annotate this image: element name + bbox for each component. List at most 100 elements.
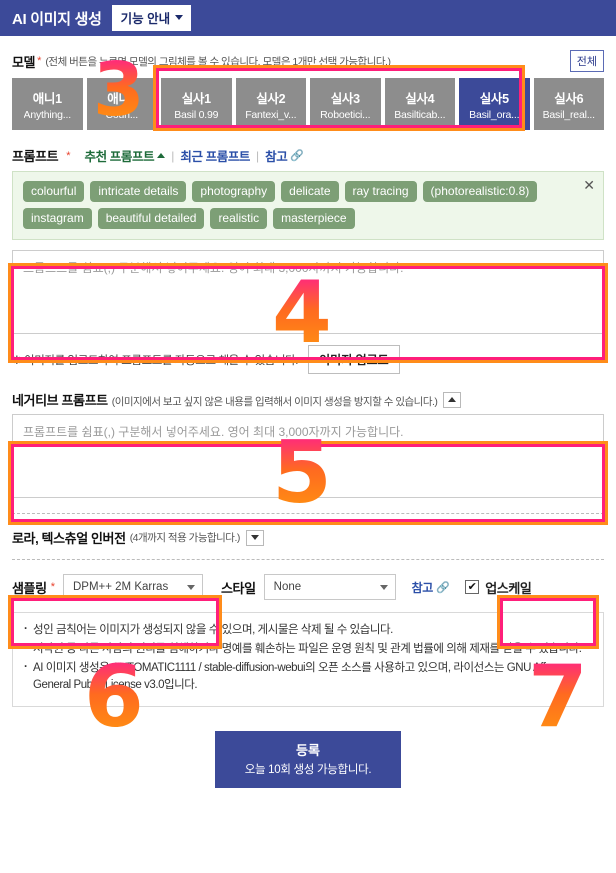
notice-list: 성인 금칙어는 이미지가 생성되지 않을 수 있으며, 게시물은 삭제 될 수 … <box>24 621 592 696</box>
model-button-file: Anything... <box>23 108 71 121</box>
prompt-section-header: 프롬프트 * 추천 프롬프트 | 최근 프롬프트 | 참고 🔗 <box>12 146 604 165</box>
sampling-label: 샘플링 <box>12 580 47 596</box>
model-button-name: 실사5 <box>479 91 509 106</box>
model-button-name: 실사1 <box>181 91 211 106</box>
model-button-name: 실사2 <box>256 91 286 106</box>
submit-row: 등록 오늘 10회 생성 가능합니다. <box>12 731 604 789</box>
prompt-label: 프롬프트 <box>12 149 59 164</box>
lora-dropdown-toggle[interactable] <box>245 529 264 546</box>
model-button-file: Basilticab... <box>394 108 446 121</box>
model-label: 모델 <box>12 54 36 70</box>
model-button-실사2[interactable]: 실사2 Fantexi_v... <box>235 78 306 130</box>
prompt-tag[interactable]: delicate <box>281 181 339 202</box>
submit-main-label: 등록 <box>296 743 320 759</box>
prompt-input-wrap <box>12 250 604 337</box>
prompt-tag[interactable]: masterpiece <box>273 208 355 229</box>
sampling-select[interactable]: DPM++ 2M Karras <box>62 574 203 600</box>
submit-button[interactable]: 등록 오늘 10회 생성 가능합니다. <box>215 731 401 789</box>
lora-section-header: 로라, 텍스츄얼 인버전 (4개까지 적용 가능합니다.) <box>12 528 604 547</box>
image-upload-row: ※ 이미지를 업로드하여 프롬프트를 자동으로 채울 수 있습니다. 이미지 업… <box>12 345 604 374</box>
prompt-tag[interactable]: photography <box>192 181 276 202</box>
style-selected-value: None <box>273 581 302 593</box>
style-select[interactable]: None <box>263 574 396 600</box>
prompt-tag[interactable]: intricate details <box>90 181 187 202</box>
external-link-icon: 🔗 <box>290 150 304 162</box>
show-all-models-button[interactable]: 전체 <box>569 50 604 72</box>
notice-line: AI 이미지 생성은 AUTOMATIC1111 / stable-diffus… <box>24 659 592 696</box>
model-button-file: Basil_ora... <box>469 108 520 121</box>
model-button-name: 실사3 <box>330 91 360 106</box>
model-button-name: 실사6 <box>554 91 584 106</box>
prompt-input[interactable] <box>12 250 604 334</box>
chevron-down-icon <box>379 584 388 590</box>
style-label: 스타일 <box>220 580 256 596</box>
negative-prompt-toggle[interactable] <box>443 391 462 408</box>
negative-prompt-label: 네거티브 프롬프트 <box>12 393 108 408</box>
link-separator-2: | <box>256 148 260 163</box>
notice-line: 성인 금칙어는 이미지가 생성되지 않을 수 있으며, 게시물은 삭제 될 수 … <box>24 621 592 640</box>
model-button-file: Basil_real... <box>542 108 595 121</box>
upscale-checkbox-row[interactable]: ✔ 업스케일 <box>465 578 532 597</box>
negative-prompt-hint: (이미지에서 보고 싶지 않은 내용를 입력해서 이미지 생성을 방지할 수 있… <box>111 396 438 408</box>
chevron-up-icon <box>448 397 457 402</box>
suggested-tag-panel: colourful intricate details photography del… <box>12 171 604 240</box>
submit-sub-label: 오늘 10회 생성 가능합니다. <box>244 764 372 777</box>
model-button-name: 애니1 <box>32 91 62 106</box>
negative-prompt-header: 네거티브 프롬프트 (이미지에서 보고 싶지 않은 내용를 입력해서 이미지 생… <box>12 390 604 409</box>
negative-prompt-input-wrap <box>12 414 604 501</box>
sampling-required-mark: * <box>50 581 55 593</box>
model-button-실사3[interactable]: 실사3 Roboetici... <box>310 78 381 130</box>
model-button-file: Basil 0.99 <box>174 108 219 121</box>
upscale-checkbox[interactable]: ✔ <box>465 580 480 594</box>
link-separator-1: | <box>171 148 175 163</box>
lora-hint: (4개까지 적용 가능합니다.) <box>129 532 241 544</box>
chevron-down-icon <box>175 15 184 20</box>
page-title: AI 이미지 생성 <box>12 10 102 28</box>
model-button-실사4[interactable]: 실사4 Basilticab... <box>384 78 455 130</box>
model-button-row: 애니1 Anything... 애니2 Coun... 실사1 Basil 0.99 실사2… <box>12 78 604 130</box>
prompt-tag[interactable]: beautiful detailed <box>97 208 205 229</box>
notice-line: 저작권 등 다른 사람의 권리를 침해하거나 명예를 훼손하는 파일은 운영 원… <box>24 640 592 659</box>
model-hint: (전체 버튼을 누르면 모델의 그림체를 볼 수 있습니다. 모델은 1개만 선… <box>45 55 391 68</box>
prompt-tag[interactable]: (photorealistic:0.8) <box>422 181 538 202</box>
lora-label: 로라, 텍스츄얼 인버전 <box>12 531 126 546</box>
model-button-실사1[interactable]: 실사1 Basil 0.99 <box>161 78 232 130</box>
divider-2 <box>12 559 604 560</box>
model-button-실사6[interactable]: 실사6 Basil_real... <box>533 78 604 130</box>
close-icon[interactable]: ✕ <box>583 178 595 192</box>
model-button-file: Coun... <box>105 108 138 121</box>
external-link-icon: 🔗 <box>435 581 450 594</box>
model-button-애니1[interactable]: 애니1 Anything... <box>12 78 83 130</box>
guide-button-label: 기능 안내 <box>120 12 171 26</box>
model-button-name: 실사4 <box>405 91 435 106</box>
recent-prompt-link[interactable]: 최근 프롬프트 <box>180 146 250 165</box>
model-button-애니2[interactable]: 애니2 Coun... <box>86 78 157 130</box>
prompt-reference-label: 참고 <box>265 150 288 164</box>
sampling-selected-value: DPM++ 2M Karras <box>72 581 169 593</box>
model-button-file: Roboetici... <box>320 108 371 121</box>
divider <box>12 513 604 514</box>
model-button-name: 애니2 <box>107 91 137 106</box>
prompt-tag[interactable]: ray tracing <box>344 181 417 202</box>
guide-button[interactable]: 기능 안내 <box>111 5 192 31</box>
notice-box: 성인 금칙어는 이미지가 생성되지 않을 수 있으며, 게시물은 삭제 될 수 … <box>12 612 604 708</box>
image-upload-note: ※ 이미지를 업로드하여 프롬프트를 자동으로 채울 수 있습니다. <box>12 354 299 367</box>
prompt-required-mark: * <box>66 149 71 162</box>
recommended-prompt-link[interactable]: 추천 프롬프트 <box>85 146 166 165</box>
negative-prompt-input[interactable] <box>12 414 604 498</box>
chevron-up-icon <box>157 153 166 158</box>
app-header: AI 이미지 생성 기능 안내 <box>0 0 616 36</box>
image-upload-button[interactable]: 이미지 업로드 <box>308 345 400 374</box>
model-button-실사5[interactable]: 실사5 Basil_ora... <box>459 78 530 130</box>
model-button-file: Fantexi_v... <box>245 108 297 121</box>
prompt-tag[interactable]: colourful <box>23 181 85 202</box>
model-section-header: 모델 * (전체 버튼을 누르면 모델의 그림체를 볼 수 있습니다. 모델은 … <box>12 50 604 72</box>
upscale-label: 업스케일 <box>485 580 532 596</box>
prompt-tag[interactable]: realistic <box>210 208 268 229</box>
chevron-down-icon <box>250 535 259 540</box>
sampling-reference-label: 참고 <box>411 580 434 595</box>
sampling-reference-link[interactable]: 참고 🔗 <box>412 579 450 596</box>
prompt-reference-link[interactable]: 참고 🔗 <box>265 146 304 165</box>
prompt-tag[interactable]: instagram <box>23 208 92 229</box>
recommended-prompt-label: 추천 프롬프트 <box>84 150 155 164</box>
